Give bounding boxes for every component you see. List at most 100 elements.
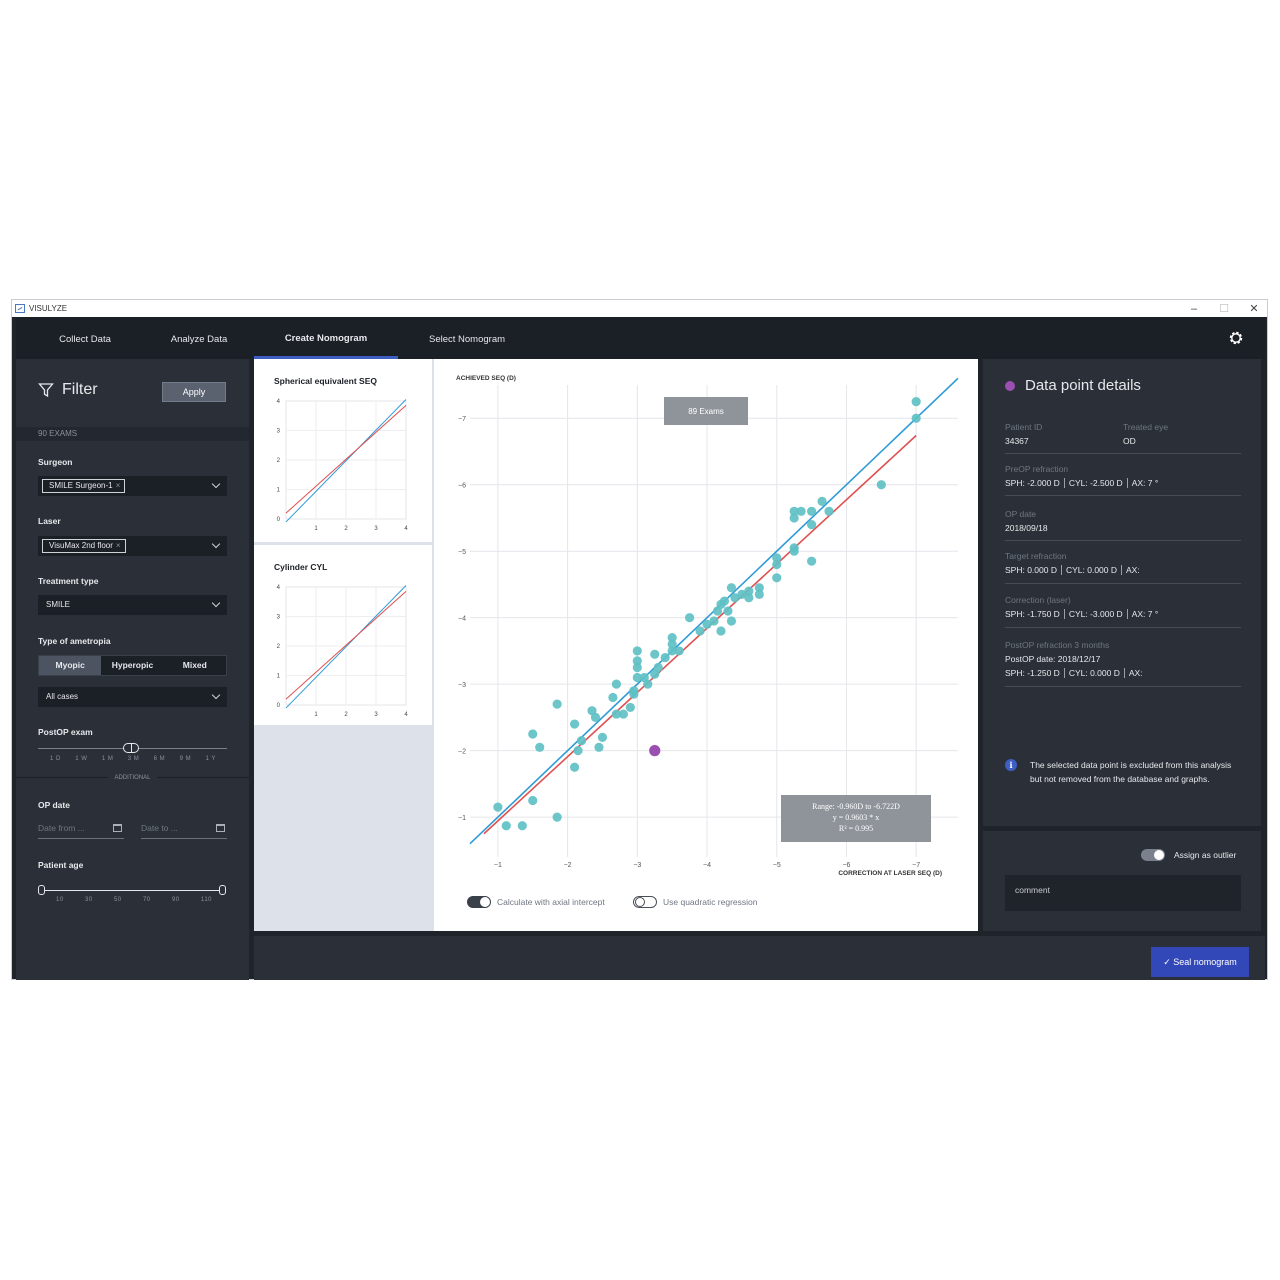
data-point[interactable]: [573, 746, 583, 756]
calendar-icon[interactable]: [216, 824, 225, 832]
data-point[interactable]: [716, 626, 726, 636]
data-point[interactable]: [796, 506, 806, 516]
data-point[interactable]: [618, 709, 628, 719]
data-point[interactable]: [569, 762, 580, 772]
data-point[interactable]: [632, 646, 642, 656]
assign-outlier-toggle[interactable]: [1141, 849, 1165, 861]
thumbnail-x-tick: 1: [314, 526, 318, 532]
age-slider-track[interactable]: [42, 890, 223, 891]
data-point[interactable]: [535, 742, 545, 752]
data-point[interactable]: [667, 633, 677, 643]
data-point[interactable]: [660, 652, 670, 663]
treatment-type-value: SMILE: [46, 600, 71, 609]
data-point[interactable]: [911, 397, 921, 407]
filter-panel: Filter Apply 90 EXAMS Surgeon SMILE Surg…: [16, 359, 249, 980]
data-point[interactable]: [807, 506, 817, 516]
data-point[interactable]: [517, 821, 527, 831]
date-to-field[interactable]: Date to ...: [141, 823, 227, 839]
data-point[interactable]: [632, 656, 642, 666]
comment-field[interactable]: comment: [1005, 875, 1241, 911]
thumbnail-seq[interactable]: Spherical equivalent SEQ 123401234: [254, 359, 432, 542]
age-slider-min-handle[interactable]: [38, 885, 45, 895]
quadratic-regression-toggle[interactable]: [633, 896, 657, 908]
data-point[interactable]: [611, 679, 621, 689]
data-point[interactable]: [807, 520, 817, 530]
data-point[interactable]: [772, 573, 782, 583]
ametropia-option-myopic[interactable]: Myopic: [39, 656, 102, 675]
thumbnail-cyl[interactable]: Cylinder CYL 123401234: [254, 545, 432, 725]
cases-select[interactable]: All cases: [38, 687, 227, 707]
data-point[interactable]: [911, 413, 921, 423]
seq-scatter-chart[interactable]: ACHIEVED SEQ (D) CORRECTION AT LASER SEQ…: [434, 359, 978, 931]
postop-slider-handle[interactable]: [123, 743, 139, 753]
data-point[interactable]: [608, 692, 618, 703]
apply-button[interactable]: Apply: [162, 382, 226, 402]
axial-intercept-toggle[interactable]: [467, 896, 491, 908]
data-point[interactable]: [726, 583, 737, 593]
app-logo-icon: [15, 304, 25, 313]
data-point[interactable]: [723, 606, 733, 616]
selected-data-point[interactable]: [649, 745, 661, 757]
data-point[interactable]: [789, 546, 799, 556]
tab-create-nomogram[interactable]: Create Nomogram: [254, 317, 398, 359]
data-point[interactable]: [744, 593, 754, 603]
data-point[interactable]: [552, 699, 562, 709]
calendar-icon[interactable]: [113, 824, 122, 832]
data-point[interactable]: [528, 729, 538, 739]
surgeon-select[interactable]: SMILE Surgeon-1 ×: [38, 476, 227, 496]
data-point[interactable]: [876, 480, 886, 490]
data-point[interactable]: [685, 613, 695, 623]
x-tick-label: −4: [703, 862, 711, 869]
data-point[interactable]: [719, 596, 730, 606]
assign-outlier-label: Assign as outlier: [1174, 850, 1237, 860]
data-point[interactable]: [569, 719, 580, 729]
x-tick-label: −3: [633, 862, 641, 869]
data-point[interactable]: [674, 646, 684, 656]
data-point[interactable]: [590, 712, 601, 722]
data-point[interactable]: [824, 506, 834, 516]
data-point[interactable]: [528, 795, 538, 806]
data-point[interactable]: [493, 802, 503, 812]
data-point[interactable]: [643, 679, 653, 689]
tab-analyze-data[interactable]: Analyze Data: [144, 317, 254, 359]
data-point[interactable]: [653, 662, 663, 673]
data-point[interactable]: [650, 649, 660, 659]
data-point[interactable]: [501, 821, 511, 831]
cases-value: All cases: [46, 692, 79, 701]
maximize-icon[interactable]: ☐: [1219, 302, 1229, 315]
seal-nomogram-button[interactable]: ✓ Seal nomogram: [1151, 947, 1249, 977]
minimize-icon[interactable]: –: [1189, 303, 1199, 315]
y-tick-label: −6: [458, 483, 466, 490]
data-point[interactable]: [625, 702, 635, 713]
target-ax: AX:: [1126, 565, 1140, 575]
data-point[interactable]: [817, 496, 827, 506]
ametropia-option-hyperopic[interactable]: Hyperopic: [101, 656, 163, 675]
chip-remove-icon[interactable]: ×: [116, 541, 121, 550]
data-point[interactable]: [629, 689, 639, 699]
ametropia-option-mixed[interactable]: Mixed: [164, 656, 226, 675]
date-from-field[interactable]: Date from ...: [38, 823, 124, 839]
data-point[interactable]: [709, 616, 719, 626]
data-point[interactable]: [726, 616, 737, 626]
y-tick-label: −4: [458, 616, 466, 623]
filter-icon: [38, 383, 54, 398]
data-point[interactable]: [807, 556, 817, 566]
data-point[interactable]: [597, 732, 608, 742]
thumbnail-x-tick: 4: [404, 712, 408, 718]
tab-collect-data[interactable]: Collect Data: [30, 317, 140, 359]
data-point[interactable]: [754, 589, 764, 600]
treatment-type-select[interactable]: SMILE: [38, 595, 227, 615]
laser-select[interactable]: VisuMax 2nd floor ×: [38, 536, 227, 556]
age-slider-max-handle[interactable]: [219, 885, 226, 895]
data-point[interactable]: [695, 626, 705, 636]
data-point[interactable]: [772, 559, 782, 570]
data-point[interactable]: [594, 742, 604, 752]
thumbnail-y-tick: 2: [277, 644, 281, 650]
data-point[interactable]: [576, 736, 587, 746]
close-icon[interactable]: ✕: [1249, 302, 1259, 315]
gear-icon[interactable]: [1227, 329, 1245, 347]
thumbnail-x-tick: 4: [404, 526, 408, 532]
data-point[interactable]: [552, 812, 562, 822]
chip-remove-icon[interactable]: ×: [116, 481, 121, 490]
tab-select-nomogram[interactable]: Select Nomogram: [412, 317, 522, 359]
